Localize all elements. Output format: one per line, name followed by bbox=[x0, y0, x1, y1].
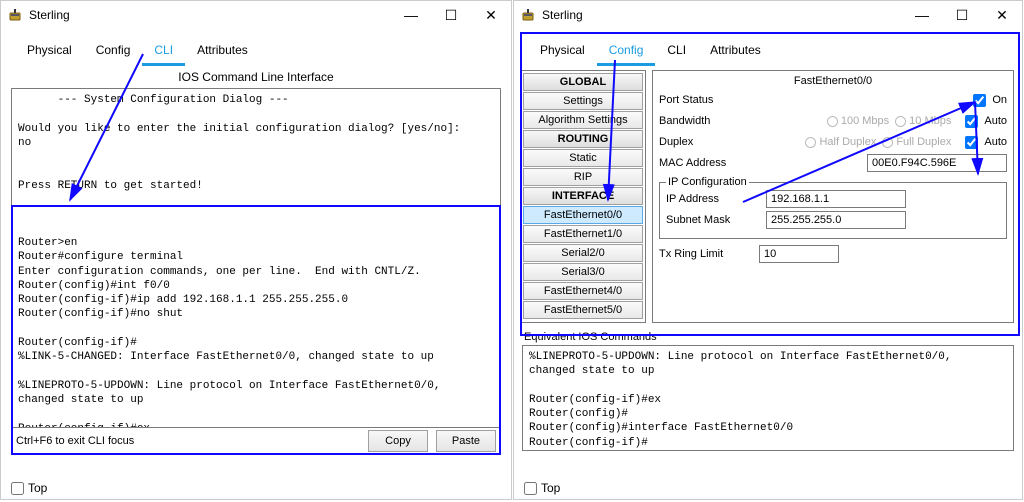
tab-config[interactable]: Config bbox=[597, 39, 656, 66]
sidebar-item-static[interactable]: Static bbox=[523, 149, 643, 167]
sterling-window-left: Sterling — ☐ ✕ Physical Config CLI Attri… bbox=[0, 0, 512, 500]
subnet-input[interactable] bbox=[766, 211, 906, 229]
tab-bar: Physical Config CLI Attributes bbox=[514, 29, 1022, 66]
paste-button[interactable]: Paste bbox=[436, 430, 496, 452]
tab-physical[interactable]: Physical bbox=[15, 39, 84, 66]
equivalent-commands-terminal[interactable]: %LINEPROTO-5-UPDOWN: Line protocol on In… bbox=[522, 345, 1014, 451]
sidebar-item-s20[interactable]: Serial2/0 bbox=[523, 244, 643, 262]
sidebar-item-fe10[interactable]: FastEthernet1/0 bbox=[523, 225, 643, 243]
bw100-radio: 100 Mbps bbox=[827, 115, 889, 127]
ipaddr-input[interactable] bbox=[766, 190, 906, 208]
titlebar: Sterling — ☐ ✕ bbox=[1, 1, 511, 29]
ipaddr-label: IP Address bbox=[666, 193, 766, 205]
minimize-button[interactable]: — bbox=[902, 1, 942, 29]
config-sidebar: GLOBAL Settings Algorithm Settings ROUTI… bbox=[520, 70, 646, 323]
window-title: Sterling bbox=[29, 8, 391, 22]
config-body: GLOBAL Settings Algorithm Settings ROUTI… bbox=[514, 66, 1022, 327]
cli-terminal[interactable]: --- System Configuration Dialog --- Woul… bbox=[11, 88, 501, 428]
titlebar: Sterling — ☐ ✕ bbox=[514, 1, 1022, 29]
bandwidth-auto-checkbox[interactable] bbox=[965, 115, 978, 128]
ipconfig-fieldset: IP Configuration IP Address Subnet Mask bbox=[659, 176, 1007, 239]
sidebar-item-rip[interactable]: RIP bbox=[523, 168, 643, 186]
tab-attributes[interactable]: Attributes bbox=[698, 39, 773, 66]
portstatus-label: Port Status bbox=[659, 94, 965, 106]
sidebar-head-routing: ROUTING bbox=[523, 130, 643, 148]
mac-label: MAC Address bbox=[659, 157, 867, 169]
sidebar-item-settings[interactable]: Settings bbox=[523, 92, 643, 110]
sidebar-head-global: GLOBAL bbox=[523, 73, 643, 91]
equivalent-commands-label: Equivalent IOS Commands bbox=[514, 327, 1022, 345]
config-detail-panel: FastEthernet0/0 Port Status On Bandwidth… bbox=[652, 70, 1014, 323]
txring-input[interactable] bbox=[759, 245, 839, 263]
cli-section-title: IOS Command Line Interface bbox=[1, 66, 511, 88]
top-label: Top bbox=[541, 481, 560, 495]
close-button[interactable]: ✕ bbox=[982, 1, 1022, 29]
bw10-radio: 10 Mbps bbox=[895, 115, 951, 127]
full-radio: Full Duplex bbox=[882, 136, 951, 148]
sidebar-item-algorithm[interactable]: Algorithm Settings bbox=[523, 111, 643, 129]
close-button[interactable]: ✕ bbox=[471, 1, 511, 29]
top-checkbox-row: Top bbox=[524, 481, 560, 495]
tab-config[interactable]: Config bbox=[84, 39, 143, 66]
app-icon bbox=[520, 7, 536, 23]
top-checkbox-row: Top bbox=[11, 481, 47, 495]
sterling-window-right: Sterling — ☐ ✕ Physical Config CLI Attri… bbox=[513, 0, 1023, 500]
tab-physical[interactable]: Physical bbox=[528, 39, 597, 66]
ipconfig-legend: IP Configuration bbox=[666, 176, 749, 188]
duplex-auto-checkbox[interactable] bbox=[965, 136, 978, 149]
copy-button[interactable]: Copy bbox=[368, 430, 428, 452]
maximize-button[interactable]: ☐ bbox=[942, 1, 982, 29]
mac-input[interactable] bbox=[867, 154, 1007, 172]
txring-label: Tx Ring Limit bbox=[659, 248, 759, 260]
detail-title: FastEthernet0/0 bbox=[659, 75, 1007, 87]
on-label: On bbox=[992, 94, 1007, 106]
top-checkbox[interactable] bbox=[11, 482, 24, 495]
app-icon bbox=[7, 7, 23, 23]
minimize-button[interactable]: — bbox=[391, 1, 431, 29]
cli-hint: Ctrl+F6 to exit CLI focus bbox=[16, 435, 368, 447]
half-radio: Half Duplex bbox=[805, 136, 876, 148]
sidebar-head-interface: INTERFACE bbox=[523, 187, 643, 205]
duplex-label: Duplex bbox=[659, 136, 805, 148]
portstatus-checkbox[interactable] bbox=[973, 94, 986, 107]
tab-bar: Physical Config CLI Attributes bbox=[1, 29, 511, 66]
maximize-button[interactable]: ☐ bbox=[431, 1, 471, 29]
window-title: Sterling bbox=[542, 8, 902, 22]
top-label: Top bbox=[28, 481, 47, 495]
sidebar-item-s30[interactable]: Serial3/0 bbox=[523, 263, 643, 281]
tab-cli[interactable]: CLI bbox=[655, 39, 698, 66]
sidebar-item-fe40[interactable]: FastEthernet4/0 bbox=[523, 282, 643, 300]
tab-attributes[interactable]: Attributes bbox=[185, 39, 260, 66]
bandwidth-label: Bandwidth bbox=[659, 115, 827, 127]
sidebar-item-fe50[interactable]: FastEthernet5/0 bbox=[523, 301, 643, 319]
tab-cli[interactable]: CLI bbox=[142, 39, 185, 66]
sidebar-item-fe00[interactable]: FastEthernet0/0 bbox=[523, 206, 643, 224]
top-checkbox[interactable] bbox=[524, 482, 537, 495]
subnet-label: Subnet Mask bbox=[666, 214, 766, 226]
